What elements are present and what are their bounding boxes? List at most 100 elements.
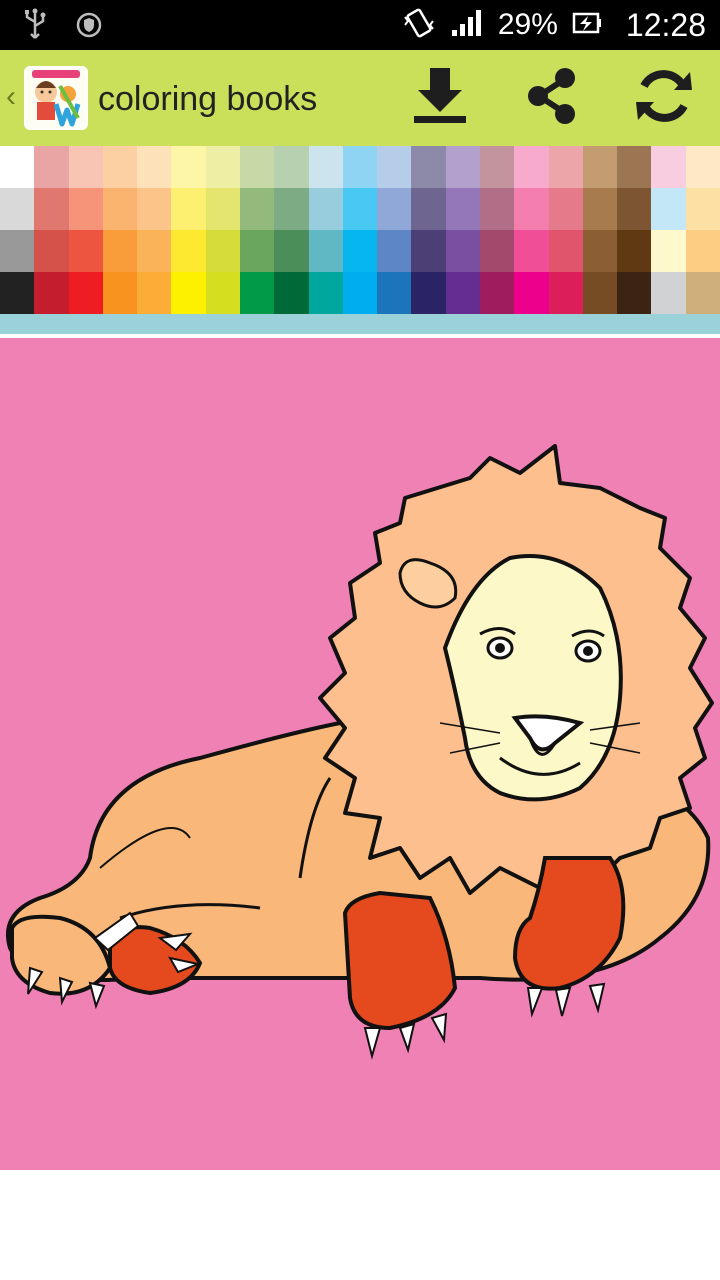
color-swatch[interactable] — [617, 230, 652, 272]
color-swatch[interactable] — [377, 188, 412, 230]
color-swatch[interactable] — [411, 230, 447, 272]
color-swatch[interactable] — [308, 188, 344, 230]
color-swatch[interactable] — [514, 188, 550, 230]
battery-percent: 29% — [497, 8, 558, 41]
color-swatch[interactable] — [34, 188, 70, 230]
coloring-canvas[interactable] — [0, 338, 720, 1170]
color-swatch[interactable] — [342, 188, 378, 230]
clock: 12:28 — [625, 6, 706, 43]
share-icon — [527, 67, 577, 130]
color-swatch[interactable] — [514, 146, 550, 188]
color-swatch[interactable] — [617, 188, 652, 230]
color-swatch[interactable] — [102, 272, 138, 314]
color-swatch[interactable] — [274, 146, 310, 188]
color-swatch[interactable] — [514, 272, 550, 314]
lion-drawing[interactable] — [0, 338, 720, 1170]
color-swatch[interactable] — [548, 146, 584, 188]
color-swatch[interactable] — [685, 146, 720, 188]
color-swatch[interactable] — [137, 146, 172, 188]
color-swatch[interactable] — [617, 146, 652, 188]
color-swatch[interactable] — [0, 272, 35, 314]
color-swatch[interactable] — [651, 188, 687, 230]
color-swatch[interactable] — [377, 230, 412, 272]
share-button[interactable] — [518, 64, 586, 132]
color-swatch[interactable] — [342, 272, 378, 314]
color-swatch[interactable] — [274, 230, 310, 272]
color-swatch[interactable] — [102, 230, 138, 272]
color-swatch[interactable] — [342, 146, 378, 188]
color-swatch[interactable] — [445, 230, 481, 272]
color-swatch[interactable] — [205, 230, 241, 272]
color-swatch[interactable] — [445, 272, 481, 314]
color-swatch[interactable] — [0, 230, 35, 272]
color-swatch[interactable] — [205, 188, 241, 230]
color-swatch[interactable] — [342, 230, 378, 272]
color-swatch[interactable] — [102, 146, 138, 188]
color-swatch[interactable] — [377, 146, 412, 188]
app-logo[interactable] — [24, 66, 88, 130]
signal-icon — [450, 8, 484, 43]
color-swatch[interactable] — [308, 230, 344, 272]
color-swatch[interactable] — [308, 272, 344, 314]
color-swatch[interactable] — [548, 188, 584, 230]
color-swatch[interactable] — [68, 272, 104, 314]
color-swatch[interactable] — [582, 230, 618, 272]
color-swatch[interactable] — [240, 188, 275, 230]
refresh-button[interactable] — [630, 64, 698, 132]
color-swatch[interactable] — [240, 230, 275, 272]
vibrate-icon — [402, 7, 436, 44]
color-swatch[interactable] — [171, 272, 207, 314]
color-swatch[interactable] — [205, 146, 241, 188]
color-swatch[interactable] — [582, 272, 618, 314]
lion-face — [442, 554, 623, 802]
color-swatch[interactable] — [617, 272, 652, 314]
color-swatch[interactable] — [480, 230, 515, 272]
color-swatch[interactable] — [102, 188, 138, 230]
color-swatch[interactable] — [582, 146, 618, 188]
color-swatch[interactable] — [0, 188, 35, 230]
color-swatch[interactable] — [377, 272, 412, 314]
color-swatch[interactable] — [445, 188, 481, 230]
color-swatch[interactable] — [685, 272, 720, 314]
color-swatch[interactable] — [137, 188, 172, 230]
color-swatch[interactable] — [445, 146, 481, 188]
color-swatch[interactable] — [548, 230, 584, 272]
color-swatch[interactable] — [651, 146, 687, 188]
color-swatch[interactable] — [0, 146, 35, 188]
color-swatch[interactable] — [480, 188, 515, 230]
color-swatch[interactable] — [651, 272, 687, 314]
color-swatch[interactable] — [411, 272, 447, 314]
color-swatch[interactable] — [240, 272, 275, 314]
color-swatch[interactable] — [171, 230, 207, 272]
color-swatch[interactable] — [137, 230, 172, 272]
color-swatch[interactable] — [548, 272, 584, 314]
color-swatch[interactable] — [411, 188, 447, 230]
color-swatch[interactable] — [68, 188, 104, 230]
color-swatch[interactable] — [34, 272, 70, 314]
color-swatch[interactable] — [651, 230, 687, 272]
download-button[interactable] — [406, 64, 474, 132]
color-swatch[interactable] — [171, 146, 207, 188]
color-swatch[interactable] — [34, 146, 70, 188]
app-title: coloring books — [98, 80, 318, 118]
color-swatch[interactable] — [685, 230, 720, 272]
color-swatch[interactable] — [411, 146, 447, 188]
color-swatch[interactable] — [68, 146, 104, 188]
color-swatch[interactable] — [137, 272, 172, 314]
up-chevron-icon[interactable]: ‹ — [6, 80, 16, 114]
color-swatch[interactable] — [582, 188, 618, 230]
color-swatch[interactable] — [205, 272, 241, 314]
color-swatch[interactable] — [34, 230, 70, 272]
color-swatch[interactable] — [171, 188, 207, 230]
color-swatch[interactable] — [240, 146, 275, 188]
color-swatch[interactable] — [308, 146, 344, 188]
color-swatch[interactable] — [68, 230, 104, 272]
color-swatch[interactable] — [685, 188, 720, 230]
color-swatch[interactable] — [480, 146, 515, 188]
status-bar: 29% 12:28 — [0, 0, 720, 50]
lion-front-paw-left — [342, 890, 458, 1031]
color-swatch[interactable] — [274, 188, 310, 230]
color-swatch[interactable] — [514, 230, 550, 272]
color-swatch[interactable] — [480, 272, 515, 314]
color-swatch[interactable] — [274, 272, 310, 314]
